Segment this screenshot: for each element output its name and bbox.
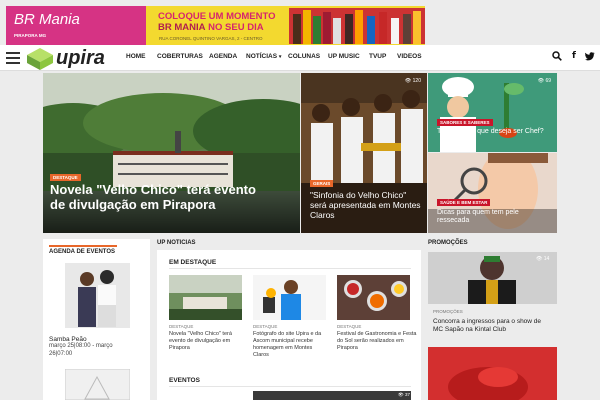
- nav-agenda[interactable]: AGENDA: [209, 53, 237, 60]
- views-count-value: 120: [412, 78, 421, 84]
- hero-bottom-right-tile[interactable]: SAÚDE E BEM ESTAR Dicas para quem tem pe…: [428, 153, 557, 233]
- divider: [169, 268, 411, 269]
- category-badge[interactable]: SAÚDE E BEM ESTAR: [437, 199, 491, 206]
- banner-tagline-c: NO SEU DIA: [208, 22, 264, 33]
- nav-coberturas[interactable]: COBERTURAS: [157, 53, 203, 60]
- agenda-event-dates: março 25|08:00 - março 26|07:00: [49, 343, 113, 357]
- banner-brand: BR Mania: [14, 11, 80, 28]
- eventos-title: EVENTOS: [169, 377, 200, 384]
- eye-icon: 👁: [404, 78, 412, 84]
- hero-top-right-tile[interactable]: 👁 69 SABORES E SABERES Tem certeza que d…: [428, 73, 557, 152]
- banner-tagline: COLOQUE UM MOMENTO BR MANIA NO SEU DIA: [158, 11, 276, 33]
- views-count-value: 69: [545, 78, 551, 84]
- twitter-icon[interactable]: [585, 52, 595, 61]
- agenda-event-image[interactable]: [65, 263, 130, 328]
- hero-middle-title[interactable]: "Sinfonia do Velho Chico" será apresenta…: [310, 190, 425, 220]
- news-thumb[interactable]: [169, 275, 242, 320]
- logo-cube-icon: [27, 48, 53, 70]
- eye-icon: 👁: [536, 256, 543, 262]
- news-thumb[interactable]: [337, 275, 410, 320]
- agenda-title: AGENDA DE EVENTOS: [49, 249, 116, 255]
- banner-brand-block: BR Mania PIRAPORA MG: [6, 6, 146, 45]
- category-badge[interactable]: DESTAQUE: [50, 174, 81, 181]
- views-count: 👁 14: [536, 256, 549, 262]
- views-count: 👁 69: [538, 78, 551, 84]
- eye-icon: 👁: [398, 392, 404, 397]
- nav-videos[interactable]: VIDEOS: [397, 53, 422, 60]
- banner-bottles-image: [289, 8, 425, 44]
- news-title[interactable]: Novela "Velho Chico" terá evento de divu…: [169, 331, 244, 352]
- facebook-icon[interactable]: f: [572, 51, 576, 61]
- news-title[interactable]: Fotógrafo do site Upira e da Ascom munic…: [253, 331, 328, 359]
- chevron-down-icon: ▾: [278, 54, 282, 60]
- logo-text: upira: [56, 47, 105, 69]
- views-count-value: 14: [543, 256, 550, 262]
- views-count: 👁 120: [405, 78, 421, 84]
- promo-category[interactable]: PROMOÇÕES: [433, 309, 463, 314]
- em-destaque-title: EM DESTAQUE: [169, 259, 217, 266]
- nav-up-music[interactable]: UP MUSIC: [328, 53, 360, 60]
- views-count-value: 37: [404, 392, 410, 397]
- eye-icon: 👁: [537, 78, 545, 84]
- category-badge[interactable]: GERAIS: [310, 180, 334, 187]
- news-title[interactable]: Festival de Gastronomia e Festa do Sol s…: [337, 331, 417, 352]
- nav-colunas[interactable]: COLUNAS: [288, 53, 320, 60]
- news-category[interactable]: DESTAQUE: [253, 324, 277, 329]
- hero-main-title[interactable]: Novela "Velho Chico" terá evento de divu…: [50, 182, 270, 213]
- banner-tagline-a: COLOQUE UM MOMENTO: [158, 11, 276, 22]
- hamburger-menu-icon[interactable]: [6, 52, 20, 64]
- hero-middle-tile[interactable]: 👁 120 GERAIS "Sinfonia do Velho Chico" s…: [301, 73, 427, 233]
- up-noticias-title: UP NOTICIAS: [157, 240, 196, 246]
- site-logo[interactable]: upira: [26, 47, 116, 71]
- nav-tvup[interactable]: TVUP: [369, 53, 386, 60]
- banner-address: RUA CORONEL QUINTINO VARGAS, 2 - CENTRO: [159, 36, 263, 41]
- promo-image[interactable]: [428, 347, 557, 400]
- nav-noticias-label: NOTÍCIAS: [246, 53, 278, 60]
- hero-top-right-title[interactable]: Tem certeza que deseja ser Chef?: [437, 128, 552, 136]
- divider: [169, 386, 411, 387]
- news-category[interactable]: DESTAQUE: [337, 324, 361, 329]
- nav-noticias[interactable]: NOTÍCIAS ▾: [246, 53, 281, 60]
- events-thumb[interactable]: [253, 391, 411, 400]
- promo-headline[interactable]: Concorra a ingressos para o show de MC S…: [433, 318, 551, 334]
- search-icon[interactable]: [552, 51, 562, 61]
- nav-home[interactable]: HOME: [126, 53, 146, 60]
- news-category[interactable]: DESTAQUE: [169, 324, 193, 329]
- hero-main-tile[interactable]: DESTAQUE Novela "Velho Chico" terá event…: [43, 73, 300, 233]
- agenda-accent-bar: [49, 245, 117, 247]
- news-thumb[interactable]: [253, 275, 326, 320]
- promocoes-title: PROMOÇÕES: [428, 240, 468, 246]
- banner-tagline-b: BR MANIA: [158, 22, 206, 33]
- views-count: 👁 37: [398, 392, 410, 398]
- hero-top-right-image: [428, 73, 557, 152]
- banner-ad[interactable]: BR Mania PIRAPORA MG COLOQUE UM MOMENTO …: [6, 6, 425, 45]
- category-badge[interactable]: SABORES E SABERES: [437, 119, 493, 126]
- banner-brand-sub: PIRAPORA MG: [14, 33, 47, 38]
- hero-bottom-right-title[interactable]: Dicas para quem tem pele ressecada: [437, 209, 552, 225]
- agenda-event-image[interactable]: [65, 369, 130, 400]
